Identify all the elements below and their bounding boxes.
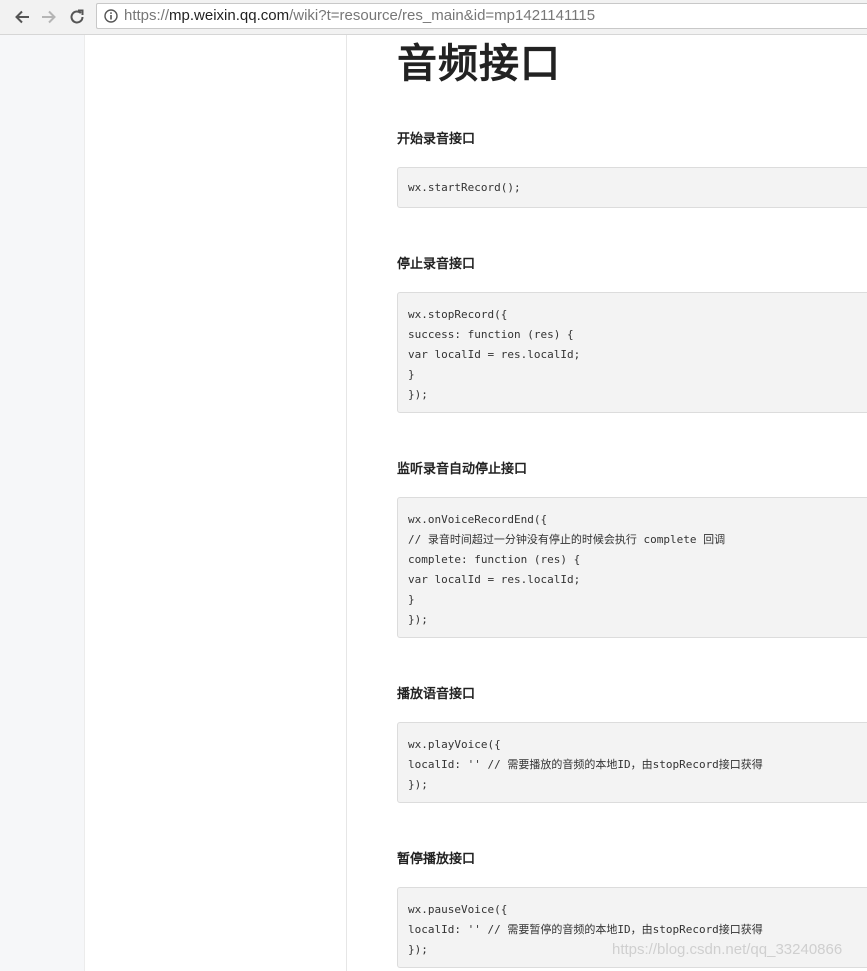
code-line: wx.startRecord();: [408, 181, 521, 194]
url-text[interactable]: https://mp.weixin.qq.com/wiki?t=resource…: [124, 8, 595, 24]
code-line: }: [408, 593, 415, 606]
code-line: complete: function (res) {: [408, 553, 581, 566]
code-line: wx.onVoiceRecordEnd({: [408, 513, 548, 526]
code-line: localId: '' // 需要暂停的音频的本地ID，由stopRecord接…: [408, 923, 763, 936]
code-line: wx.pauseVoice({: [408, 903, 508, 916]
browser-toolbar: https://mp.weixin.qq.com/wiki?t=resource…: [0, 0, 867, 35]
watermark: https://blog.csdn.net/qq_33240866: [612, 941, 843, 958]
section-title-play-voice: 播放语音接口: [397, 686, 476, 701]
url-path: /wiki?t=resource/res_main&id=mp142114111…: [289, 7, 596, 24]
code-line: });: [408, 613, 428, 626]
left-gutter: [0, 35, 85, 971]
section-title-stop-record: 停止录音接口: [397, 256, 476, 271]
code-block-stop-record: wx.stopRecord({ success: function (res) …: [397, 292, 867, 413]
url-scheme: https://: [124, 7, 170, 24]
reload-icon[interactable]: [66, 6, 88, 28]
code-line: });: [408, 388, 428, 401]
code-line: });: [408, 778, 428, 791]
code-line: wx.playVoice({: [408, 738, 501, 751]
section-title-pause-voice: 暂停播放接口: [397, 851, 476, 866]
section-title-start-record: 开始录音接口: [397, 131, 476, 146]
section-title-record-end: 监听录音自动停止接口: [397, 461, 528, 476]
page-title: 音频接口: [397, 42, 561, 86]
main-content: 音频接口 开始录音接口 wx.startRecord(); 停止录音接口 wx.…: [347, 35, 867, 971]
code-line: success: function (res) {: [408, 328, 574, 341]
url-host: mp.weixin.qq.com: [169, 7, 290, 24]
code-block-record-end: wx.onVoiceRecordEnd({ // 录音时间超过一分钟没有停止的时…: [397, 497, 867, 638]
code-line: }: [408, 368, 415, 381]
code-line: // 录音时间超过一分钟没有停止的时候会执行 complete 回调: [408, 533, 726, 546]
address-bar[interactable]: https://mp.weixin.qq.com/wiki?t=resource…: [96, 3, 867, 29]
back-arrow-icon[interactable]: [11, 6, 33, 28]
forward-arrow-icon[interactable]: [38, 6, 60, 28]
code-block-start-record: wx.startRecord();: [397, 167, 867, 208]
code-line: localId: '' // 需要播放的音频的本地ID，由stopRecord接…: [408, 758, 763, 771]
code-line: var localId = res.localId;: [408, 348, 581, 361]
code-line: wx.stopRecord({: [408, 308, 508, 321]
info-icon[interactable]: [104, 9, 118, 23]
sidebar: [85, 35, 347, 971]
code-line: var localId = res.localId;: [408, 573, 581, 586]
code-block-play-voice: wx.playVoice({ localId: '' // 需要播放的音频的本地…: [397, 722, 867, 803]
